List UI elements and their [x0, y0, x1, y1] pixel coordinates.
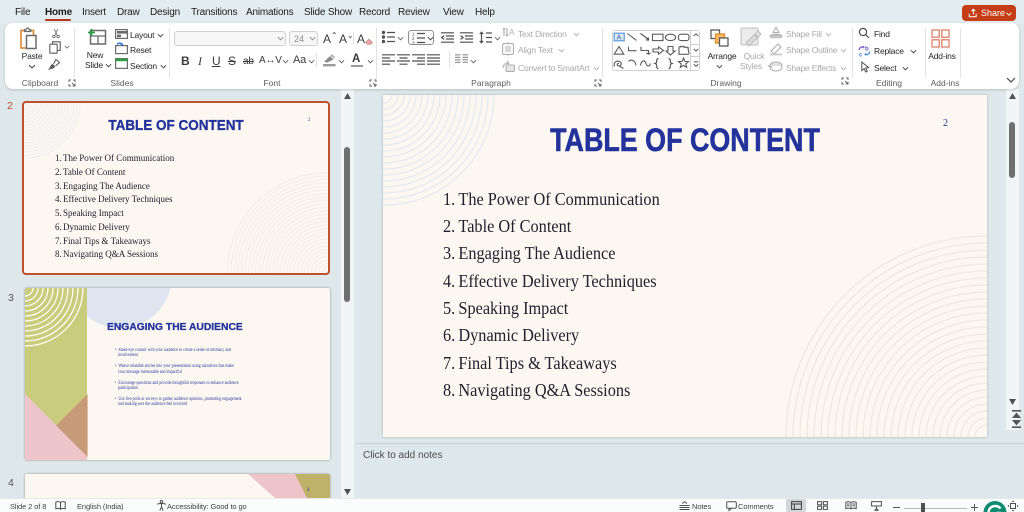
svg-text:A: A — [509, 28, 515, 37]
svg-text:b: b — [865, 47, 869, 53]
svg-text:c: c — [859, 53, 863, 59]
svg-text:A: A — [617, 35, 622, 42]
